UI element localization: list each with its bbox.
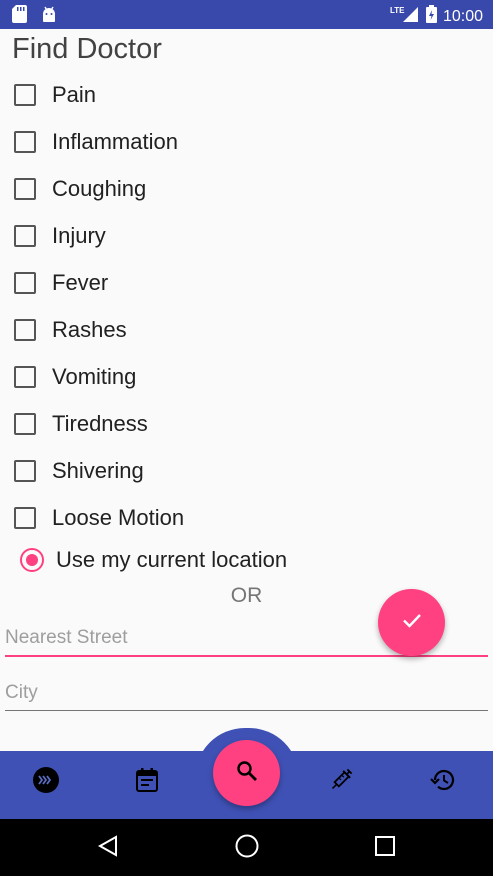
confirm-button[interactable] — [378, 589, 445, 656]
recents-square-icon — [373, 834, 397, 863]
checkbox-label: Pain — [52, 81, 97, 107]
status-right-icons: LTE 10:00 — [390, 5, 483, 28]
radio-label: Use my current location — [56, 547, 288, 572]
checkbox-box[interactable] — [14, 459, 36, 482]
symptom-checkbox-fever[interactable]: Fever — [0, 259, 400, 306]
back-triangle-icon — [96, 834, 120, 863]
checkbox-box[interactable] — [14, 224, 36, 247]
city-input[interactable] — [5, 675, 488, 711]
system-nav-bar — [0, 819, 493, 876]
nav-calendar-button[interactable] — [132, 767, 162, 797]
system-back-button[interactable] — [95, 834, 121, 863]
nav-vaccine-button[interactable] — [326, 767, 356, 797]
sd-card-icon — [12, 5, 27, 28]
checkbox-label: Tiredness — [52, 410, 148, 436]
nav-forward-button[interactable] — [31, 766, 61, 799]
checkbox-label: Vomiting — [52, 363, 137, 389]
radio-button[interactable] — [20, 548, 44, 572]
nav-search-button[interactable] — [213, 740, 280, 806]
checkbox-label: Coughing — [52, 175, 147, 201]
android-icon — [41, 5, 57, 28]
checkbox-label: Shivering — [52, 457, 144, 483]
symptom-checkbox-pain[interactable]: Pain — [0, 71, 400, 118]
forward-circle-icon — [32, 766, 60, 799]
page-title: Find Doctor — [12, 33, 162, 65]
symptom-checkbox-rashes[interactable]: Rashes — [0, 306, 400, 353]
status-left-icons — [12, 5, 57, 28]
checkbox-box[interactable] — [14, 83, 36, 106]
checkbox-label: Fever — [52, 269, 109, 295]
checkbox-label: Inflammation — [52, 128, 178, 154]
network-type-label: LTE — [390, 6, 405, 15]
system-recents-button[interactable] — [372, 835, 398, 861]
checkbox-label: Loose Motion — [52, 504, 185, 530]
symptom-checkbox-loose-motion[interactable]: Loose Motion — [0, 494, 400, 541]
calendar-icon — [135, 767, 159, 798]
radio-dot — [26, 554, 38, 566]
status-bar: LTE 10:00 — [0, 0, 493, 29]
checkbox-box[interactable] — [14, 177, 36, 200]
history-icon — [429, 767, 457, 798]
checkbox-box[interactable] — [14, 412, 36, 435]
checkbox-label: Rashes — [52, 316, 127, 342]
symptom-checkbox-inflammation[interactable]: Inflammation — [0, 118, 400, 165]
use-current-location-radio[interactable]: Use my current location — [20, 543, 287, 577]
nav-history-button[interactable] — [428, 767, 458, 797]
checkbox-box[interactable] — [14, 365, 36, 388]
battery-icon — [425, 5, 437, 28]
checkbox-box[interactable] — [14, 318, 36, 341]
symptom-checkbox-injury[interactable]: Injury — [0, 212, 400, 259]
checkbox-label: Injury — [52, 222, 106, 248]
checkbox-box[interactable] — [14, 130, 36, 153]
checkbox-box[interactable] — [14, 271, 36, 294]
checkbox-box[interactable] — [14, 506, 36, 529]
system-home-button[interactable] — [234, 833, 260, 864]
symptom-checkbox-vomiting[interactable]: Vomiting — [0, 353, 400, 400]
symptom-checkbox-tiredness[interactable]: Tiredness — [0, 400, 400, 447]
check-icon — [400, 608, 424, 637]
status-time: 10:00 — [442, 7, 483, 25]
symptom-checkbox-coughing[interactable]: Coughing — [0, 165, 400, 212]
search-icon — [235, 759, 259, 788]
symptom-checkbox-shivering[interactable]: Shivering — [0, 447, 400, 494]
signal-icon: LTE — [390, 5, 420, 28]
syringe-icon — [328, 767, 354, 798]
home-circle-icon — [234, 833, 260, 864]
